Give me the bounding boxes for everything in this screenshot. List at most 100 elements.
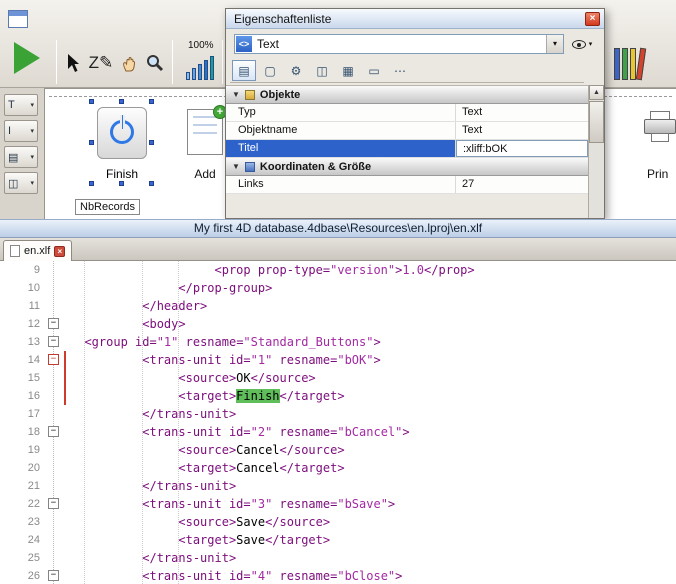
tab-form[interactable]: ▢: [258, 60, 282, 81]
property-row[interactable]: Titel:xliff:bOK: [226, 140, 588, 158]
code-line-20[interactable]: 20 <target>Cancel</target>: [0, 459, 676, 477]
form-object-nbrecords-field[interactable]: NbRecords: [75, 199, 140, 215]
selection-handle[interactable]: [89, 140, 94, 145]
tab-more[interactable]: ⋯: [388, 60, 412, 81]
property-value[interactable]: 27: [456, 176, 588, 193]
combobox-tool-button[interactable]: ◫▾: [4, 172, 38, 194]
property-label[interactable]: Typ: [226, 104, 456, 121]
tab-close-icon[interactable]: ×: [54, 246, 65, 257]
code-token: resname=: [178, 335, 243, 349]
fold-marker-icon[interactable]: −: [48, 354, 59, 365]
code-line-15[interactable]: 15 <source>OK</source>: [0, 369, 676, 387]
fold-marker-icon[interactable]: −: [48, 336, 59, 347]
property-row[interactable]: TypText: [226, 104, 588, 122]
code-token: <source>: [178, 515, 236, 529]
tab-properties[interactable]: ▤: [232, 60, 256, 81]
line-number: 20: [0, 459, 40, 477]
property-row[interactable]: ObjektnameText: [226, 122, 588, 140]
palette-scrollbar[interactable]: ▲: [588, 85, 604, 218]
palette-titlebar[interactable]: Eigenschaftenliste ×: [226, 9, 604, 29]
section-header[interactable]: ▼Objekte: [226, 86, 588, 104]
form-object-print-button[interactable]: [643, 111, 676, 142]
code-token: OK: [236, 371, 250, 385]
combobox-tool-icon: ◫: [8, 177, 18, 190]
code-line-17[interactable]: 17 </trans-unit>: [0, 405, 676, 423]
editor-window-titlebar[interactable]: My first 4D database.4dbase\Resources\en…: [0, 219, 676, 238]
change-bar: [64, 369, 66, 387]
code-line-11[interactable]: 11 </header>: [0, 297, 676, 315]
object-selector-combo[interactable]: <> Text ▾: [234, 34, 564, 54]
tab-connections[interactable]: ◫: [310, 60, 334, 81]
listbox-tool-button[interactable]: ▤▾: [4, 146, 38, 168]
property-label[interactable]: Objektname: [226, 122, 456, 139]
selection-handle[interactable]: [119, 181, 124, 186]
section-header[interactable]: ▼Koordinaten & Größe: [226, 158, 588, 176]
scroll-up-icon[interactable]: ▲: [589, 85, 604, 100]
code-line-24[interactable]: 24 <target>Save</target>: [0, 531, 676, 549]
code-line-12[interactable]: 12− <body>: [0, 315, 676, 333]
power-icon-bar: [120, 115, 125, 129]
property-value[interactable]: Text: [456, 122, 588, 139]
code-line-25[interactable]: 25 </trans-unit>: [0, 549, 676, 567]
zoom-bars-icon[interactable]: [186, 56, 214, 80]
combo-dropdown-icon[interactable]: ▾: [546, 35, 563, 53]
selection-handle[interactable]: [89, 99, 94, 104]
tab-chart[interactable]: ▦: [336, 60, 360, 81]
code-text: <target>Cancel</target>: [70, 459, 345, 477]
selection-handle[interactable]: [119, 99, 124, 104]
tab-en-xlf[interactable]: en.xlf ×: [3, 240, 72, 261]
code-area[interactable]: 9 <prop prop-type="version">1.0</prop>10…: [0, 261, 676, 584]
selection-handle[interactable]: [149, 99, 154, 104]
selection-handle[interactable]: [149, 181, 154, 186]
tab-settings[interactable]: ⚙: [284, 60, 308, 81]
library-book: [636, 48, 646, 81]
run-icon[interactable]: [14, 42, 40, 74]
cursor-arrow-icon: [63, 53, 83, 73]
fold-marker-icon[interactable]: −: [48, 426, 59, 437]
code-line-26[interactable]: 26− <trans-unit id="4" resname="bClose">: [0, 567, 676, 584]
code-text: <source>Save</source>: [70, 513, 330, 531]
fold-marker-icon[interactable]: −: [48, 570, 59, 581]
selection-handle[interactable]: [149, 140, 154, 145]
scrollbar-thumb[interactable]: [589, 101, 604, 143]
palette-close-icon[interactable]: ×: [585, 12, 600, 26]
selection-handle[interactable]: [89, 181, 94, 186]
code-token: <trans-unit id=: [142, 497, 250, 511]
code-line-22[interactable]: 22− <trans-unit id="3" resname="bSave">: [0, 495, 676, 513]
tab-display[interactable]: ▭: [362, 60, 386, 81]
toolbar-separator: [172, 40, 173, 84]
visibility-menu-button[interactable]: ▾: [566, 34, 598, 54]
code-token: <trans-unit id=: [142, 353, 250, 367]
cursor-tool-icon[interactable]: [60, 48, 86, 78]
property-label[interactable]: Titel: [226, 140, 456, 157]
property-value[interactable]: Text: [456, 104, 588, 121]
code-line-19[interactable]: 19 <source>Cancel</source>: [0, 441, 676, 459]
line-number: 14: [0, 351, 40, 369]
code-line-10[interactable]: 10 </prop-group>: [0, 279, 676, 297]
fold-marker-icon[interactable]: −: [48, 318, 59, 329]
code-line-14[interactable]: 14− <trans-unit id="1" resname="bOK">: [0, 351, 676, 369]
fold-marker-icon[interactable]: −: [48, 498, 59, 509]
code-line-23[interactable]: 23 <source>Save</source>: [0, 513, 676, 531]
code-token: </target>: [265, 533, 330, 547]
property-label[interactable]: Links: [226, 176, 456, 193]
zoom-tool-icon[interactable]: [142, 48, 168, 78]
code-line-16[interactable]: 16 <target>Finish</target>: [0, 387, 676, 405]
code-line-18[interactable]: 18− <trans-unit id="2" resname="bCancel"…: [0, 423, 676, 441]
form-object-finish-button[interactable]: [97, 107, 147, 159]
pencil-tool-icon[interactable]: Z✎: [88, 48, 114, 78]
chevron-down-icon: ▾: [30, 101, 34, 109]
property-row[interactable]: Links27: [226, 176, 588, 194]
form-object-add-button[interactable]: +: [187, 109, 223, 155]
code-line-21[interactable]: 21 </trans-unit>: [0, 477, 676, 495]
hand-tool-icon[interactable]: [116, 48, 142, 78]
input-tool-button[interactable]: I▾: [4, 120, 38, 142]
code-line-9[interactable]: 9 <prop prop-type="version">1.0</prop>: [0, 261, 676, 279]
code-line-13[interactable]: 13− <group id="1" resname="Standard_Butt…: [0, 333, 676, 351]
property-value[interactable]: :xliff:bOK: [456, 140, 588, 157]
text-tool-button[interactable]: T▾: [4, 94, 38, 116]
code-token: Save: [236, 515, 265, 529]
code-token: </header>: [142, 299, 207, 313]
code-token: <trans-unit id=: [142, 569, 250, 583]
library-icon[interactable]: [614, 46, 644, 80]
